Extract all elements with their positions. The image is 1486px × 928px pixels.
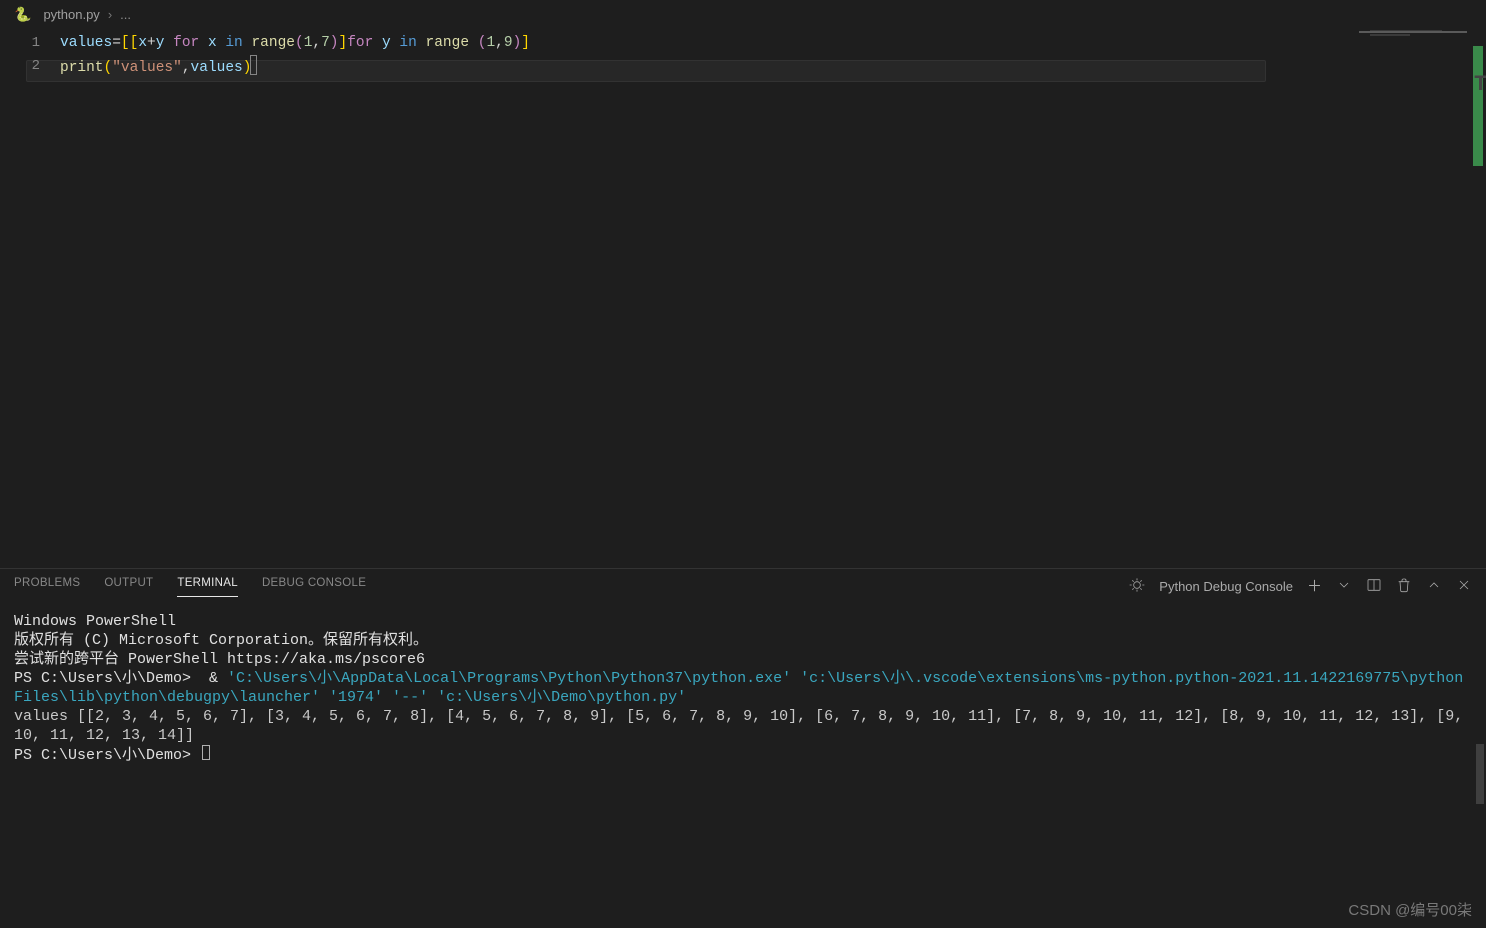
tab-output[interactable]: OUTPUT xyxy=(104,577,153,597)
terminal-kind-label[interactable]: Python Debug Console xyxy=(1159,579,1293,594)
terminal-dropdown-button[interactable] xyxy=(1336,577,1352,596)
terminal-prompt[interactable]: PS C:\Users\小\Demo> xyxy=(14,745,1472,765)
close-panel-button[interactable] xyxy=(1456,577,1472,596)
code-line[interactable]: print("values",values) xyxy=(60,55,530,78)
tab-terminal[interactable]: TERMINAL xyxy=(177,577,238,597)
preview-indicator-icon: T xyxy=(1474,72,1484,102)
split-terminal-button[interactable] xyxy=(1366,577,1382,596)
line-number: 1 xyxy=(0,32,40,55)
panel-tab-bar: PROBLEMS OUTPUT TERMINAL DEBUG CONSOLE P… xyxy=(0,569,1486,604)
breadcrumb-separator: › xyxy=(108,7,112,22)
terminal-line: PS C:\Users\小\Demo> & 'C:\Users\小\AppDat… xyxy=(14,669,1472,707)
tab-problems[interactable]: PROBLEMS xyxy=(14,577,80,597)
code-area[interactable]: values=[[x+y for x in range(1,7)]for y i… xyxy=(60,28,530,568)
line-number: 2 xyxy=(0,55,40,78)
terminal-output-line: values [[2, 3, 4, 5, 6, 7], [3, 4, 5, 6,… xyxy=(14,707,1472,745)
terminal[interactable]: Windows PowerShell 版权所有 (C) Microsoft Co… xyxy=(0,604,1486,928)
terminal-line: Windows PowerShell xyxy=(14,612,1472,631)
line-number-gutter: 1 2 xyxy=(0,28,60,568)
breadcrumb-context[interactable]: ... xyxy=(120,7,131,22)
terminal-line: 尝试新的跨平台 PowerShell https://aka.ms/pscore… xyxy=(14,650,1472,669)
watermark: CSDN @编号00柒 xyxy=(1348,899,1472,920)
maximize-panel-button[interactable] xyxy=(1426,577,1442,596)
tab-debug-console[interactable]: DEBUG CONSOLE xyxy=(262,577,366,597)
python-file-icon: 🐍 xyxy=(14,6,31,23)
minimap[interactable] xyxy=(1370,30,1470,570)
editor[interactable]: 1 2 values=[[x+y for x in range(1,7)]for… xyxy=(0,28,1486,568)
scrollbar-thumb[interactable] xyxy=(1476,744,1484,804)
breadcrumb-file[interactable]: python.py xyxy=(43,7,99,22)
breadcrumb[interactable]: 🐍 python.py › ... xyxy=(0,0,1486,28)
debug-icon xyxy=(1129,577,1145,596)
kill-terminal-button[interactable] xyxy=(1396,577,1412,596)
new-terminal-button[interactable]: ＋ xyxy=(1307,579,1322,594)
code-line[interactable]: values=[[x+y for x in range(1,7)]for y i… xyxy=(60,32,530,55)
panel: PROBLEMS OUTPUT TERMINAL DEBUG CONSOLE P… xyxy=(0,568,1486,928)
terminal-line: 版权所有 (C) Microsoft Corporation。保留所有权利。 xyxy=(14,631,1472,650)
terminal-scrollbar[interactable] xyxy=(1474,604,1484,928)
terminal-cursor xyxy=(202,745,210,760)
editor-cursor xyxy=(250,55,257,75)
overview-ruler[interactable] xyxy=(1473,46,1483,166)
